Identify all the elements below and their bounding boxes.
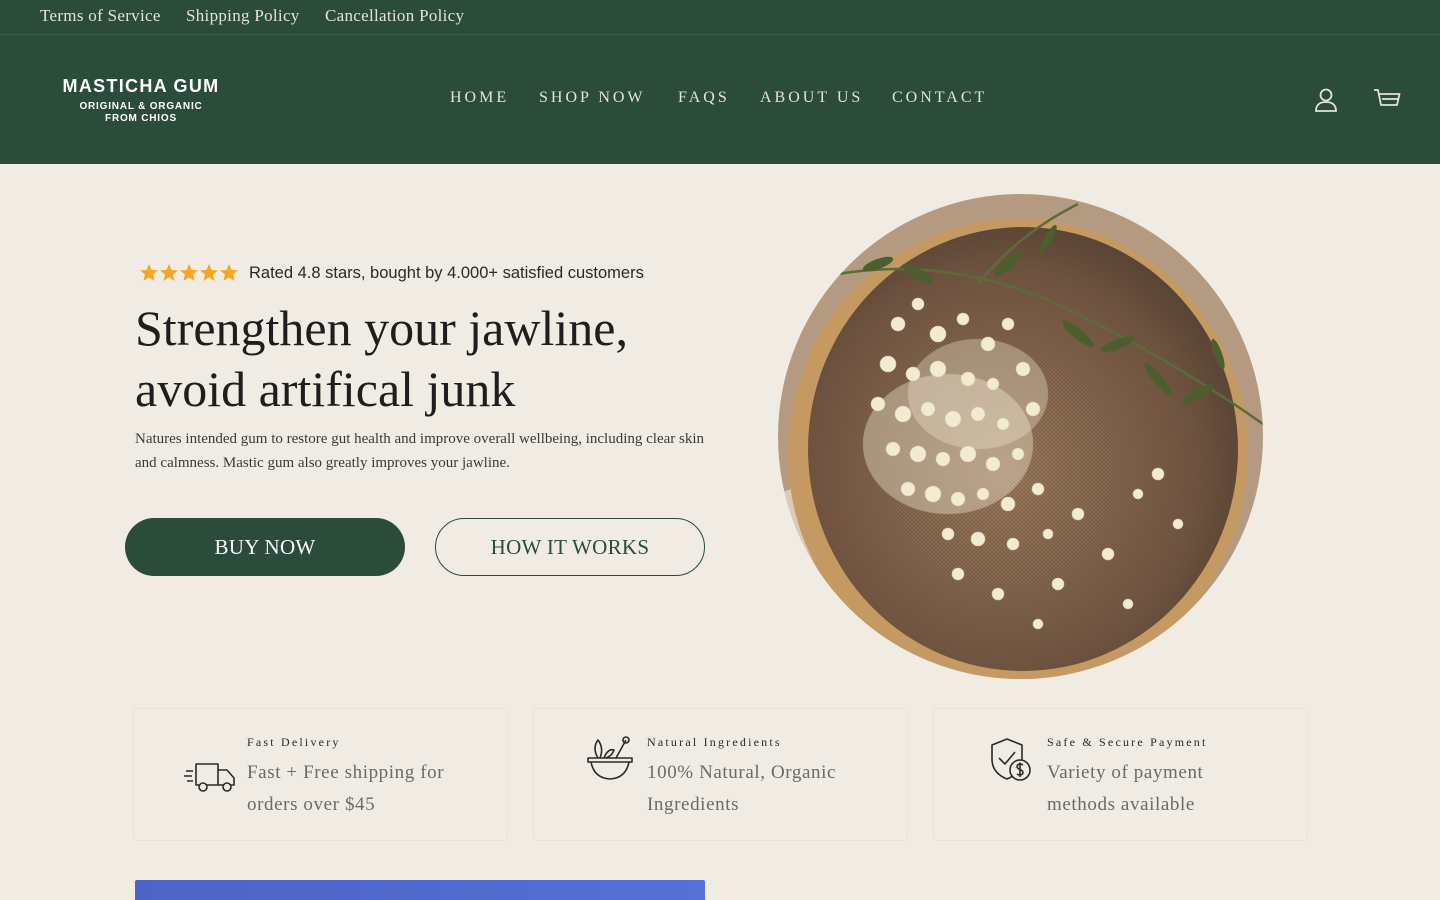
secure-payment-icon — [989, 737, 1033, 788]
feature-desc-payment: Variety of payment methods available — [1047, 762, 1204, 815]
hero-title: Strengthen your jawline, avoid artifical… — [135, 298, 755, 420]
feature-desc-ingredients: 100% Natural, Organic Ingredients — [647, 762, 836, 815]
how-it-works-button[interactable]: HOW IT WORKS — [435, 518, 705, 576]
rating-stars-icon — [139, 263, 239, 283]
nav-about-us[interactable]: ABOUT US — [760, 89, 863, 107]
mortar-bowl-icon — [586, 736, 634, 787]
feature-title-delivery: Fast Delivery — [247, 735, 341, 749]
utility-bar: Terms of Service Shipping Policy Cancell… — [0, 0, 1440, 35]
feature-desc-delivery: Fast + Free shipping for orders over $45 — [247, 762, 445, 815]
site-logo[interactable]: MASTICHA GUM ORIGINAL & ORGANIC FROM CHI… — [55, 76, 227, 125]
logo-tagline-1: ORIGINAL & ORGANIC — [79, 101, 203, 112]
cart-icon[interactable] — [1373, 87, 1401, 118]
terms-of-service-link[interactable]: Terms of Service — [40, 6, 161, 26]
hero-description: Natures intended gum to restore gut heal… — [135, 431, 705, 471]
video-banner-preview[interactable] — [135, 880, 705, 900]
logo-tagline-2: FROM CHIOS — [105, 113, 177, 124]
cancellation-policy-link[interactable]: Cancellation Policy — [325, 6, 464, 26]
hero-title-line-2: avoid artifical junk — [135, 361, 516, 417]
rating-text: Rated 4.8 stars, bought by 4.000+ satisf… — [249, 264, 644, 282]
feature-card-ingredients: Natural Ingredients 100% Natural, Organi… — [533, 708, 908, 841]
nav-faqs[interactable]: FAQS — [678, 89, 730, 107]
site-header: MASTICHA GUM ORIGINAL & ORGANIC FROM CHI… — [0, 35, 1440, 164]
feature-card-payment: Safe & Secure Payment Variety of payment… — [933, 708, 1308, 841]
shipping-policy-link[interactable]: Shipping Policy — [186, 6, 300, 26]
hero-title-line-1: Strengthen your jawline, — [135, 300, 628, 356]
logo-main-text: MASTICHA GUM — [62, 76, 220, 96]
feature-title-ingredients: Natural Ingredients — [647, 735, 782, 749]
hero-product-image — [778, 194, 1263, 679]
delivery-truck-icon — [184, 761, 236, 798]
feature-title-payment: Safe & Secure Payment — [1047, 735, 1208, 749]
buy-now-button[interactable]: BUY NOW — [125, 518, 405, 576]
nav-contact[interactable]: CONTACT — [892, 89, 987, 107]
user-icon[interactable] — [1314, 87, 1338, 118]
nav-shop-now[interactable]: SHOP NOW — [539, 89, 646, 107]
nav-home[interactable]: HOME — [450, 89, 509, 107]
feature-card-delivery: Fast Delivery Fast + Free shipping for o… — [133, 708, 508, 841]
